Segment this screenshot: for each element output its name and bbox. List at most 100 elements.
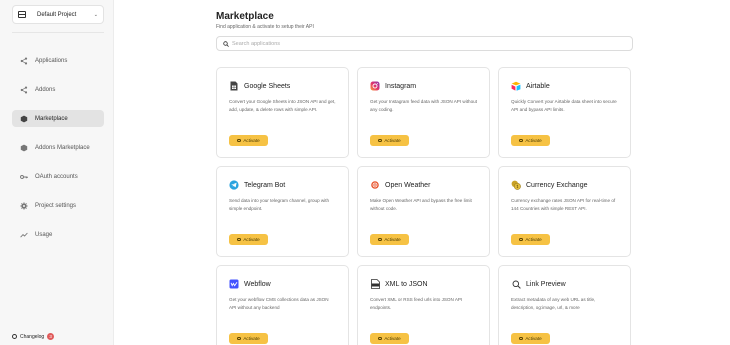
activate-button[interactable]: Activate — [229, 135, 268, 146]
search-icon — [511, 279, 521, 289]
activate-button[interactable]: Activate — [511, 135, 550, 146]
sidebar: Default Project ⌄ Applications Addons Ma… — [0, 0, 114, 345]
sidebar-item-project-settings[interactable]: Project settings — [12, 197, 104, 214]
page-title: Marketplace — [216, 11, 274, 22]
cube-icon — [20, 144, 28, 152]
app-card-description: Convert XML or RSS feed urls into JSON A… — [370, 297, 463, 310]
link-icon — [378, 139, 383, 142]
activate-button-label: Activate — [384, 336, 401, 341]
app-card-link-preview: Link Preview Extract metadata of any web… — [498, 265, 631, 345]
activate-button-label: Activate — [243, 237, 260, 242]
page-subtitle: Find application & activate to setup the… — [216, 24, 314, 30]
app-card-open-weather: Open Weather Make Open Weather API and b… — [357, 166, 490, 257]
app-card-title: Currency Exchange — [526, 181, 588, 189]
app-card-title: Instagram — [385, 82, 417, 90]
sidebar-item-label: Addons — [35, 86, 56, 93]
project-name: Default Project — [37, 11, 77, 18]
app-card-title: Webflow — [244, 280, 271, 288]
link-icon — [378, 337, 383, 340]
sidebar-divider — [12, 32, 104, 33]
app-card-title: Airtable — [526, 82, 550, 90]
activate-button[interactable]: Activate — [511, 333, 550, 344]
cube-icon — [20, 115, 28, 123]
activate-button-label: Activate — [525, 336, 542, 341]
sidebar-item-label: Addons Marketplace — [35, 144, 90, 151]
sidebar-item-label: Project settings — [35, 202, 77, 209]
app-card-telegram-bot: Telegram Bot Send data into your telegra… — [216, 166, 349, 257]
activate-button[interactable]: Activate — [370, 333, 409, 344]
currency-icon — [511, 180, 521, 190]
changelog-badge: 3 — [47, 333, 55, 340]
link-icon — [519, 139, 524, 142]
xml-file-icon — [370, 279, 380, 289]
app-card-title: Telegram Bot — [244, 181, 286, 189]
app-card-title: Link Preview — [526, 280, 566, 288]
sidebar-item-marketplace[interactable]: Marketplace — [12, 110, 104, 127]
app-card-webflow: Webflow Get your webflow CMS collections… — [216, 265, 349, 345]
sidebar-item-label: Usage — [35, 231, 53, 238]
sidebar-item-addons[interactable]: Addons — [12, 81, 104, 98]
project-selector[interactable]: Default Project ⌄ — [12, 5, 104, 24]
app-root: Default Project ⌄ Applications Addons Ma… — [0, 0, 730, 345]
app-card-airtable: Airtable Quickly Convert your Airtable d… — [498, 67, 631, 158]
share-icon — [20, 57, 28, 65]
link-icon — [237, 139, 242, 142]
app-card-description: Get your webflow CMS collections data as… — [229, 297, 329, 310]
app-card-google-sheets: Google Sheets Convert your Google Sheets… — [216, 67, 349, 158]
gear-icon — [20, 201, 28, 210]
chevron-down-icon: ⌄ — [93, 11, 98, 18]
app-card-description: Quickly Convert your Airtable data sheet… — [511, 99, 617, 112]
sidebar-item-addons-marketplace[interactable]: Addons Marketplace — [12, 139, 104, 156]
activate-button-label: Activate — [384, 138, 401, 143]
activate-button[interactable]: Activate — [229, 333, 268, 344]
app-card-title: XML to JSON — [385, 280, 428, 288]
app-card-currency-exchange: Currency Exchange Currency exchange rate… — [498, 166, 631, 257]
google-sheets-icon — [229, 81, 239, 91]
project-icon — [18, 11, 26, 18]
sidebar-item-label: Applications — [35, 57, 68, 64]
sidebar-item-oauth-accounts[interactable]: OAuth accounts — [12, 168, 104, 185]
app-card-grid: Google Sheets Convert your Google Sheets… — [216, 67, 631, 345]
changelog-icon — [12, 334, 17, 339]
app-card-instagram: Instagram Get your Instagram feed data w… — [357, 67, 490, 158]
app-card-description: Convert your Google Sheets into JSON API… — [229, 99, 336, 112]
activate-button[interactable]: Activate — [370, 234, 409, 245]
share-icon — [20, 86, 28, 94]
activate-button-label: Activate — [384, 237, 401, 242]
trend-icon — [20, 231, 28, 239]
telegram-icon — [229, 180, 239, 190]
search-icon — [223, 40, 229, 47]
sidebar-item-usage[interactable]: Usage — [12, 226, 104, 243]
app-card-title: Google Sheets — [244, 82, 291, 90]
app-card-description: Get your Instagram feed data with JSON A… — [370, 99, 477, 112]
link-icon — [519, 238, 524, 241]
app-card-description: Send data into your telegram channel, gr… — [229, 198, 330, 211]
sidebar-item-applications[interactable]: Applications — [12, 52, 104, 69]
app-card-description: Currency exchange rates JSON API for rea… — [511, 198, 616, 211]
app-card-xml-to-json: XML to JSON Convert XML or RSS feed urls… — [357, 265, 490, 345]
activate-button[interactable]: Activate — [229, 234, 268, 245]
activate-button-label: Activate — [525, 237, 542, 242]
link-icon — [237, 337, 242, 340]
activate-button[interactable]: Activate — [370, 135, 409, 146]
changelog-label: Changelog — [20, 333, 45, 340]
activate-button-label: Activate — [525, 138, 542, 143]
sidebar-item-label: OAuth accounts — [35, 173, 78, 180]
webflow-icon — [229, 279, 239, 289]
search-input[interactable] — [232, 40, 612, 47]
app-card-description: Extract metadata of any web URL as title… — [511, 297, 596, 310]
sidebar-item-label: Marketplace — [35, 115, 68, 122]
instagram-icon — [370, 81, 380, 91]
sidebar-nav: Applications Addons Marketplace Addons M… — [12, 52, 104, 255]
activate-button-label: Activate — [243, 336, 260, 341]
link-icon — [237, 238, 242, 241]
app-card-title: Open Weather — [385, 181, 431, 189]
changelog-link[interactable]: Changelog 3 — [12, 333, 55, 340]
search-bar[interactable] — [216, 36, 633, 51]
airtable-icon — [511, 81, 521, 91]
activate-button[interactable]: Activate — [511, 234, 550, 245]
link-icon — [519, 337, 524, 340]
key-icon — [20, 173, 28, 181]
weather-icon — [370, 180, 380, 190]
app-card-description: Make Open Weather API and bypass the fre… — [370, 198, 472, 211]
